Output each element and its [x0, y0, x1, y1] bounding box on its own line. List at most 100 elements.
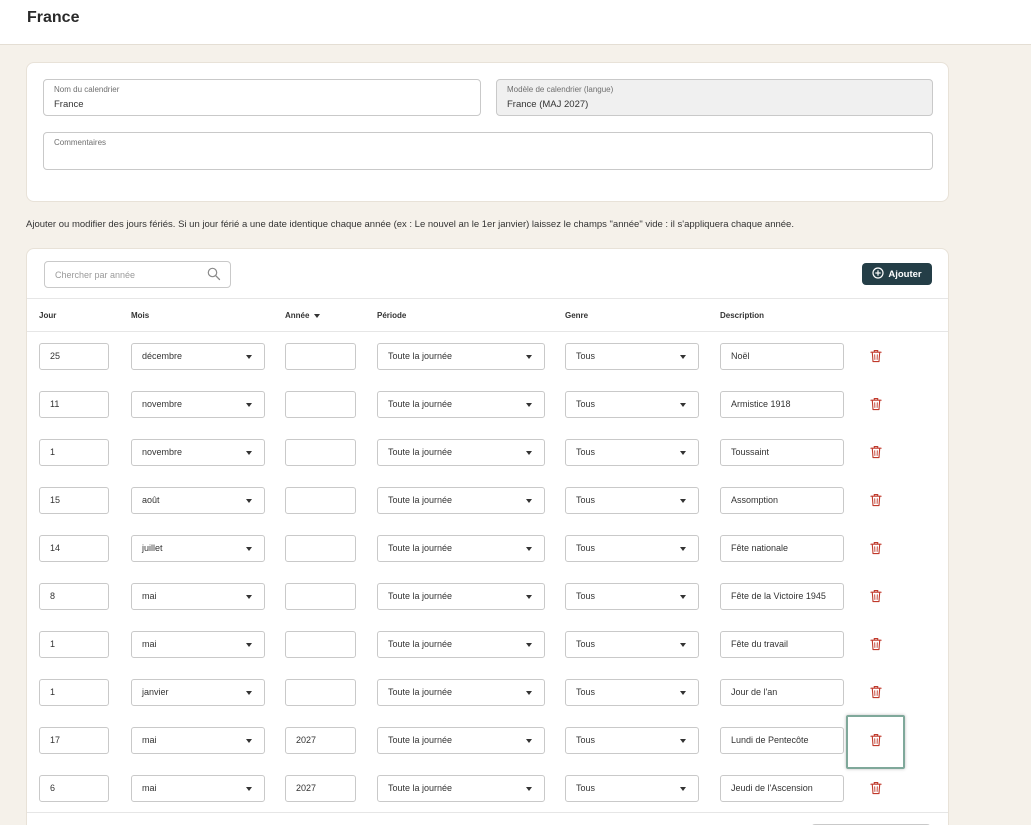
- table-row: 1 mai Toute la journée Tous Fête du travail: [27, 631, 948, 658]
- table-row: 11 novembre Toute la journée Tous Armistice …: [27, 391, 948, 418]
- description-input[interactable]: Lundi de Pentecôte: [720, 727, 844, 754]
- period-select[interactable]: Toute la journée: [377, 583, 545, 610]
- add-holiday-button[interactable]: Ajouter: [862, 263, 932, 285]
- chevron-down-icon: [526, 691, 532, 695]
- table-row: 14 juillet Toute la journée Tous Fête nation…: [27, 535, 948, 562]
- year-input[interactable]: [285, 679, 356, 706]
- period-select[interactable]: Toute la journée: [377, 439, 545, 466]
- trash-icon[interactable]: [870, 349, 882, 363]
- day-input[interactable]: 17: [39, 727, 109, 754]
- day-input[interactable]: 15: [39, 487, 109, 514]
- trash-icon[interactable]: [870, 541, 882, 555]
- day-input[interactable]: 1: [39, 679, 109, 706]
- description-input[interactable]: Fête nationale: [720, 535, 844, 562]
- description-input[interactable]: Jeudi de l'Ascension: [720, 775, 844, 802]
- period-select[interactable]: Toute la journée: [377, 487, 545, 514]
- year-input[interactable]: [285, 439, 356, 466]
- gender-value: Tous: [576, 495, 596, 505]
- description-input[interactable]: Toussaint: [720, 439, 844, 466]
- gender-select[interactable]: Tous: [565, 487, 699, 514]
- month-select[interactable]: janvier: [131, 679, 265, 706]
- period-select[interactable]: Toute la journée: [377, 391, 545, 418]
- trash-icon[interactable]: [870, 445, 882, 459]
- description-input[interactable]: Fête du travail: [720, 631, 844, 658]
- search-icon[interactable]: [207, 267, 221, 286]
- month-select[interactable]: décembre: [131, 343, 265, 370]
- sort-desc-icon: [314, 313, 321, 318]
- description-input[interactable]: Armistice 1918: [720, 391, 844, 418]
- year-input[interactable]: 2027: [285, 775, 356, 802]
- period-select[interactable]: Toute la journée: [377, 727, 545, 754]
- year-input[interactable]: [285, 343, 356, 370]
- day-input[interactable]: 6: [39, 775, 109, 802]
- year-input[interactable]: [285, 583, 356, 610]
- calendar-name-label: Nom du calendrier: [54, 85, 120, 94]
- trash-icon[interactable]: [870, 637, 882, 651]
- gender-select[interactable]: Tous: [565, 391, 699, 418]
- day-input[interactable]: 8: [39, 583, 109, 610]
- description-input[interactable]: Jour de l'an: [720, 679, 844, 706]
- calendar-name-field[interactable]: Nom du calendrier France: [43, 79, 481, 116]
- period-value: Toute la journée: [388, 495, 453, 505]
- period-select[interactable]: Toute la journée: [377, 775, 545, 802]
- month-select[interactable]: mai: [131, 631, 265, 658]
- chevron-down-icon: [246, 691, 252, 695]
- year-input[interactable]: [285, 631, 356, 658]
- month-select[interactable]: mai: [131, 583, 265, 610]
- month-select[interactable]: juillet: [131, 535, 265, 562]
- day-input[interactable]: 1: [39, 631, 109, 658]
- trash-icon[interactable]: [870, 589, 882, 603]
- gender-select[interactable]: Tous: [565, 439, 699, 466]
- comments-field[interactable]: Commentaires: [43, 132, 933, 170]
- month-value: mai: [142, 639, 157, 649]
- col-mois: Mois: [131, 311, 150, 320]
- trash-icon[interactable]: [870, 397, 882, 411]
- chevron-down-icon: [246, 595, 252, 599]
- description-input[interactable]: Assomption: [720, 487, 844, 514]
- gender-value: Tous: [576, 447, 596, 457]
- year-input[interactable]: [285, 391, 356, 418]
- chevron-down-icon: [246, 355, 252, 359]
- trash-icon[interactable]: [870, 685, 882, 699]
- col-annee-sort[interactable]: Année: [285, 311, 321, 320]
- gender-select[interactable]: Tous: [565, 631, 699, 658]
- day-input[interactable]: 11: [39, 391, 109, 418]
- period-select[interactable]: Toute la journée: [377, 535, 545, 562]
- day-input[interactable]: 1: [39, 439, 109, 466]
- trash-icon[interactable]: [870, 781, 882, 795]
- gender-value: Tous: [576, 687, 596, 697]
- period-select[interactable]: Toute la journée: [377, 631, 545, 658]
- year-input[interactable]: 2027: [285, 727, 356, 754]
- period-value: Toute la journée: [388, 783, 453, 793]
- gender-select[interactable]: Tous: [565, 679, 699, 706]
- day-input[interactable]: 14: [39, 535, 109, 562]
- month-select[interactable]: mai: [131, 775, 265, 802]
- month-select[interactable]: novembre: [131, 439, 265, 466]
- description-input[interactable]: Noël: [720, 343, 844, 370]
- gender-select[interactable]: Tous: [565, 343, 699, 370]
- chevron-down-icon: [680, 451, 686, 455]
- chevron-down-icon: [526, 355, 532, 359]
- chevron-down-icon: [246, 403, 252, 407]
- calendar-settings-card: Nom du calendrier France Modèle de calen…: [26, 62, 949, 202]
- month-select[interactable]: novembre: [131, 391, 265, 418]
- description-input[interactable]: Fête de la Victoire 1945: [720, 583, 844, 610]
- gender-select[interactable]: Tous: [565, 727, 699, 754]
- year-input[interactable]: [285, 535, 356, 562]
- gender-select[interactable]: Tous: [565, 583, 699, 610]
- gender-select[interactable]: Tous: [565, 775, 699, 802]
- trash-icon[interactable]: [870, 493, 882, 507]
- chevron-down-icon: [680, 787, 686, 791]
- year-input[interactable]: [285, 487, 356, 514]
- col-description: Description: [720, 311, 765, 320]
- period-select[interactable]: Toute la journée: [377, 679, 545, 706]
- day-input[interactable]: 25: [39, 343, 109, 370]
- period-select[interactable]: Toute la journée: [377, 343, 545, 370]
- gender-select[interactable]: Tous: [565, 535, 699, 562]
- month-select[interactable]: août: [131, 487, 265, 514]
- chevron-down-icon: [526, 499, 532, 503]
- search-placeholder: Chercher par année: [55, 270, 136, 280]
- year-search-input[interactable]: Chercher par année: [44, 261, 231, 288]
- month-value: décembre: [142, 351, 183, 361]
- month-select[interactable]: mai: [131, 727, 265, 754]
